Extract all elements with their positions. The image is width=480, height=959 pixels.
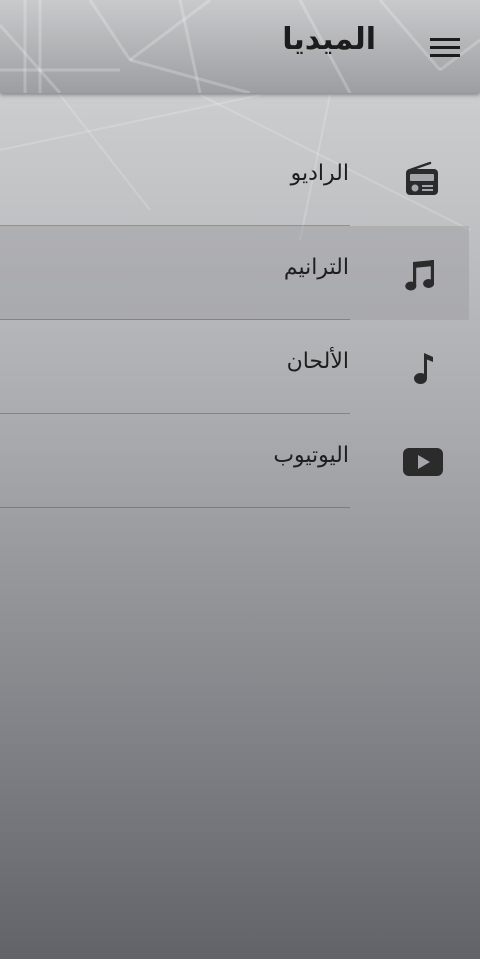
menu-item-label: الألحان: [286, 349, 349, 374]
radio-icon: [400, 160, 444, 200]
youtube-icon: [400, 442, 444, 482]
menu-item-hymns[interactable]: الترانيم: [0, 226, 480, 320]
menu-item-youtube[interactable]: اليوتيوب: [0, 414, 480, 508]
music-notes-icon: [400, 254, 444, 294]
menu-item-tunes[interactable]: الألحان: [0, 320, 480, 414]
menu-item-label: الراديو: [290, 161, 349, 186]
page-title: الميديا: [282, 22, 376, 57]
divider: [0, 507, 350, 508]
media-menu-list: الراديو الترانيم الألحان اليوتيوب: [0, 132, 480, 508]
music-note-icon: [400, 348, 444, 388]
menu-item-label: اليوتيوب: [273, 443, 349, 468]
menu-item-label: الترانيم: [283, 255, 349, 280]
app-bar: الميديا: [0, 0, 480, 93]
hamburger-menu-icon[interactable]: [424, 26, 466, 68]
menu-item-radio[interactable]: الراديو: [0, 132, 480, 226]
app-bar-pattern: [0, 0, 480, 93]
